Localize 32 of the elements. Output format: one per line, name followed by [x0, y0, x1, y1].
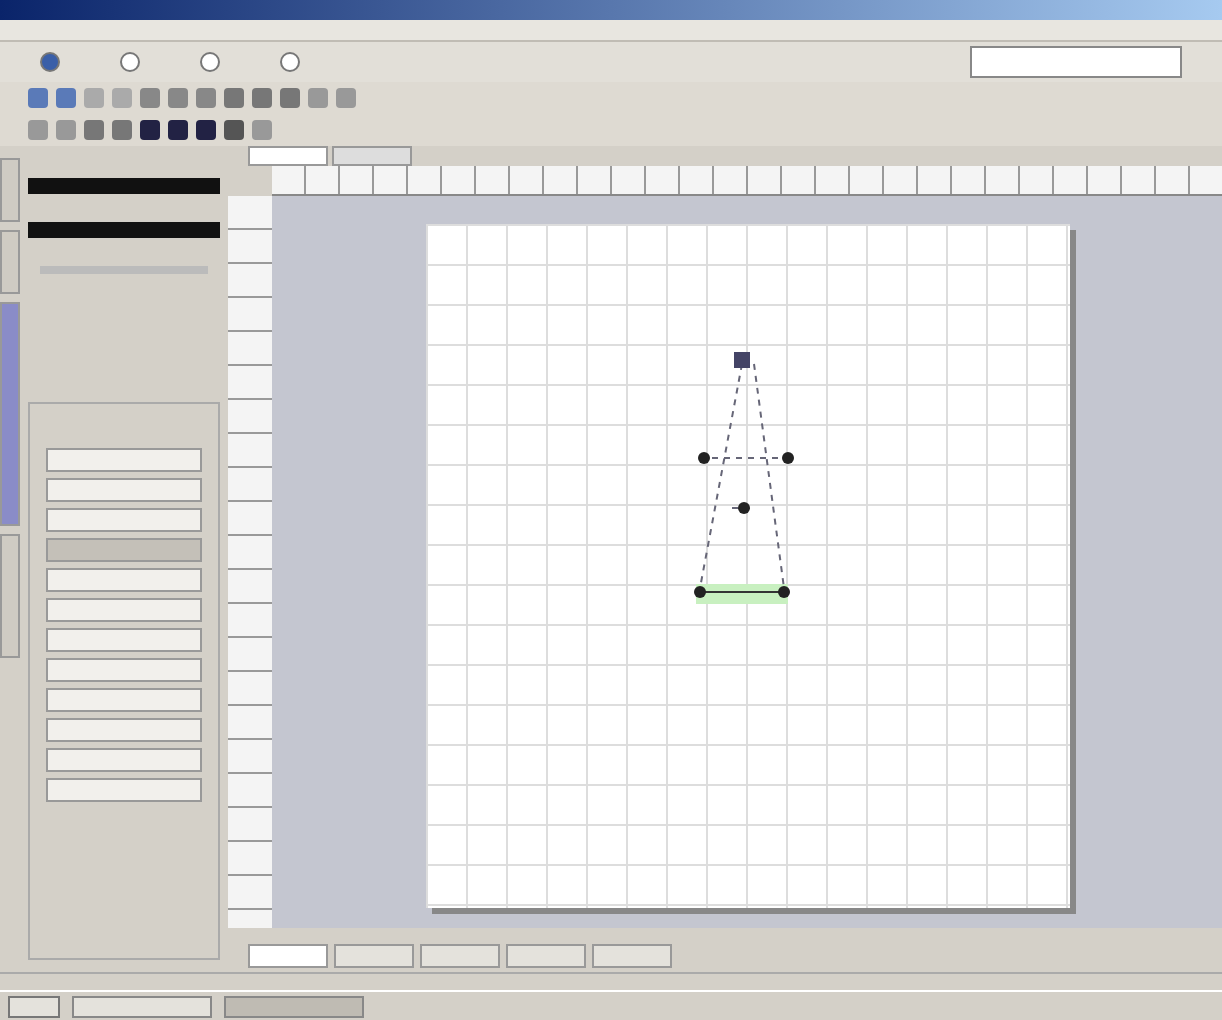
document-tab[interactable]	[248, 146, 328, 166]
document-tab[interactable]	[332, 146, 412, 166]
panel-button[interactable]	[46, 538, 202, 562]
sheet-tab[interactable]	[248, 944, 328, 968]
color-swatch[interactable]	[28, 178, 220, 194]
color-swatch[interactable]	[28, 222, 220, 238]
panel-button[interactable]	[46, 598, 202, 622]
sheet-tab[interactable]	[334, 944, 414, 968]
side-tab[interactable]	[0, 230, 20, 294]
start-button[interactable]	[8, 995, 60, 1017]
sheet-tab[interactable]	[420, 944, 500, 968]
taskbar-item[interactable]	[72, 995, 212, 1017]
panel-button[interactable]	[46, 508, 202, 532]
radio-button[interactable]	[40, 52, 60, 72]
panel-button[interactable]	[46, 718, 202, 742]
radio-button[interactable]	[280, 52, 300, 72]
panel-button[interactable]	[46, 778, 202, 802]
panel-button[interactable]	[46, 448, 202, 472]
panel-button[interactable]	[46, 628, 202, 652]
sheet-tab[interactable]	[592, 944, 672, 968]
panel-button[interactable]	[46, 748, 202, 772]
taskbar-item[interactable]	[224, 995, 364, 1017]
side-tab[interactable]	[0, 158, 20, 222]
panel-button[interactable]	[46, 688, 202, 712]
panel-button[interactable]	[46, 478, 202, 502]
search-field[interactable]	[970, 46, 1182, 78]
radio-button[interactable]	[200, 52, 220, 72]
panel-button[interactable]	[46, 658, 202, 682]
side-tab[interactable]	[0, 534, 20, 658]
panel-button[interactable]	[46, 568, 202, 592]
sheet-tab[interactable]	[506, 944, 586, 968]
radio-button[interactable]	[120, 52, 140, 72]
